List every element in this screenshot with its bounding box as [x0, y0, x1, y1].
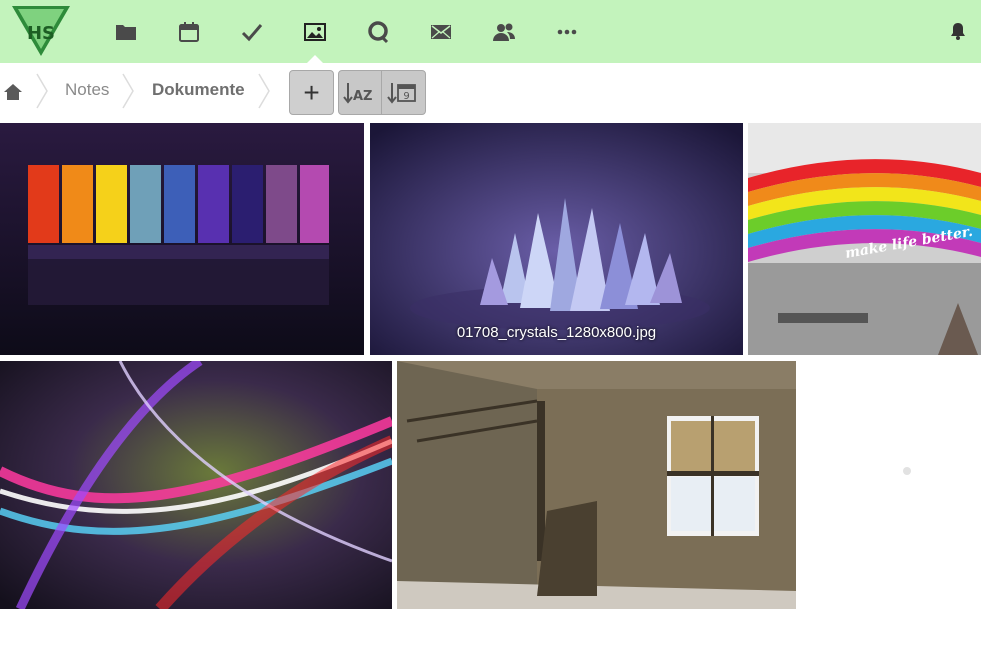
breadcrumb-home[interactable]: [0, 79, 26, 105]
home-icon: [4, 84, 22, 100]
breadcrumb-separator: [122, 73, 134, 109]
more-icon: [557, 29, 576, 34]
image-icon: [303, 22, 326, 41]
sort-by-name-button[interactable]: AZ: [338, 70, 382, 115]
talk-icon: [367, 20, 388, 43]
image-caption: 01708_crystals_1280x800.jpg: [456, 324, 657, 341]
sort-alpha-icon: AZ: [343, 82, 373, 104]
breadcrumb-item-notes[interactable]: Notes: [65, 79, 109, 101]
breadcrumb-separator: [36, 73, 48, 109]
gallery-image-abstract-light-waves[interactable]: [0, 361, 392, 609]
breadcrumb-item-dokumente[interactable]: Dokumente: [152, 79, 245, 101]
nav-tasks[interactable]: [220, 0, 283, 63]
nav-talk[interactable]: [346, 0, 409, 63]
logo-text: HS: [27, 23, 55, 44]
nav-more[interactable]: [535, 0, 598, 63]
loading-indicator: [903, 467, 911, 475]
sort-by-date-button[interactable]: 9: [381, 70, 426, 115]
app-logo[interactable]: HS: [10, 4, 72, 58]
folder-icon: [115, 24, 136, 40]
nav-contacts[interactable]: [472, 0, 535, 63]
nav-gallery[interactable]: [283, 0, 346, 63]
mail-icon: [430, 24, 451, 39]
contacts-icon: [492, 23, 515, 41]
calendar-icon: [178, 21, 199, 42]
gallery-image-rainbow-panels[interactable]: [0, 123, 364, 355]
breadcrumb-separator: [258, 73, 270, 109]
add-button-label: +: [303, 76, 320, 108]
add-button[interactable]: +: [289, 70, 334, 115]
controls-bar: Notes Dokumente + AZ 9: [0, 63, 981, 119]
gallery-image-abandoned-room[interactable]: [397, 361, 796, 609]
gallery-image-rainbow-newspaper[interactable]: make life better.: [748, 123, 981, 355]
gallery-image-crystals[interactable]: 01708_crystals_1280x800.jpg: [370, 123, 743, 355]
notifications-button[interactable]: [947, 20, 969, 42]
nav-files[interactable]: [94, 0, 157, 63]
nav-mail[interactable]: [409, 0, 472, 63]
checkmark-icon: [241, 23, 262, 41]
app-header: HS: [0, 0, 981, 63]
bell-icon: [951, 23, 965, 40]
svg-text:9: 9: [403, 91, 409, 102]
app-navigation: [94, 0, 598, 63]
svg-text:AZ: AZ: [353, 89, 373, 104]
nav-calendar[interactable]: [157, 0, 220, 63]
sort-date-icon: 9: [386, 82, 416, 104]
